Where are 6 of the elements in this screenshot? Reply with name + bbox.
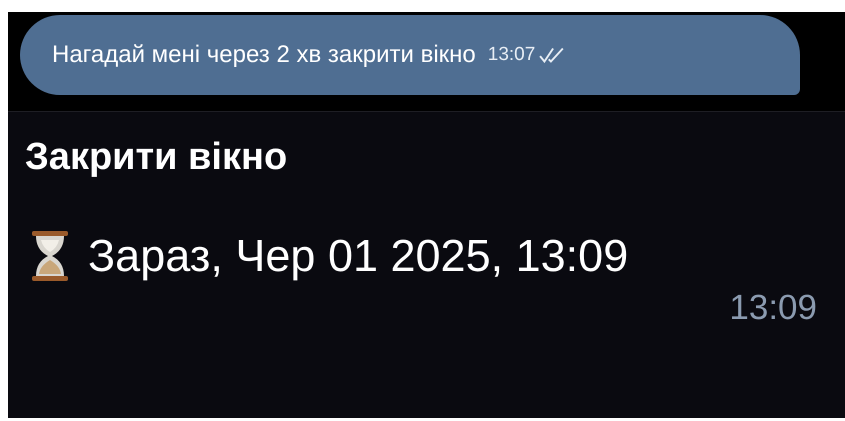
hourglass-icon xyxy=(30,230,70,282)
reminder-title: Закрити вікно xyxy=(25,135,288,180)
message-time: 13:07 xyxy=(488,44,536,66)
message-time: 13:09 xyxy=(728,288,817,328)
reminder-time: Зараз, Чер 01 2025, 13:09 xyxy=(88,230,628,282)
message-text: Нагадай мені через 2 хв закрити вікно xyxy=(52,41,476,69)
